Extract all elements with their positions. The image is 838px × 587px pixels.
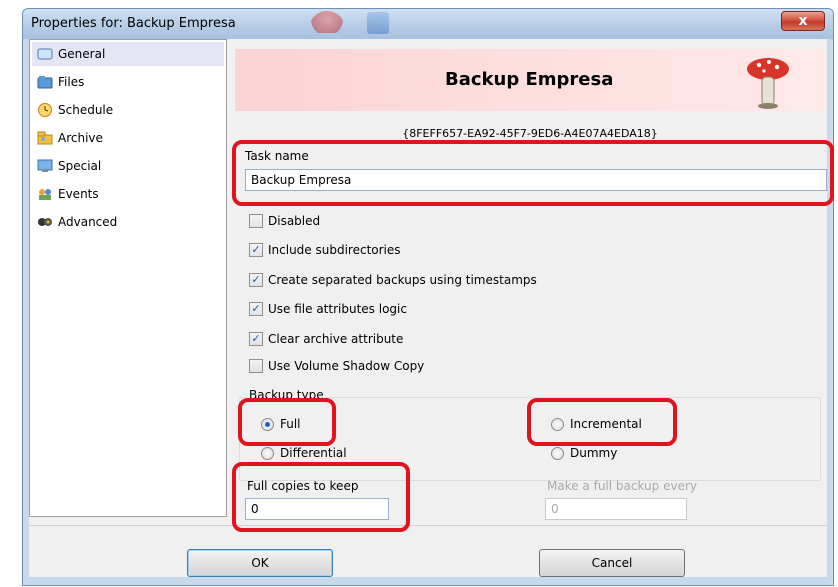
general-icon bbox=[36, 46, 54, 62]
radio-label: Incremental bbox=[570, 417, 642, 431]
sidebar-item-special[interactable]: Special bbox=[32, 154, 224, 178]
sidebar-item-label: Advanced bbox=[58, 215, 118, 229]
radio-differential[interactable]: Differential bbox=[261, 444, 347, 462]
radio-selected-icon[interactable] bbox=[261, 417, 274, 431]
sidebar-item-files[interactable]: Files bbox=[32, 70, 224, 94]
sidebar-item-label: Files bbox=[58, 75, 85, 89]
sidebar-item-label: General bbox=[58, 47, 106, 61]
radio-full[interactable]: Full bbox=[261, 415, 301, 433]
include-subdirectories-checkbox[interactable]: ✓ Include subdirectories bbox=[249, 241, 401, 259]
files-icon bbox=[36, 74, 54, 90]
ok-button[interactable]: OK bbox=[187, 549, 333, 577]
sidebar: General Files Schedule Archive Special E… bbox=[29, 39, 227, 517]
timestamps-checkbox[interactable]: ✓ Create separated backups using timesta… bbox=[249, 271, 537, 289]
sidebar-item-label: Schedule bbox=[58, 103, 114, 117]
header-banner: Backup Empresa bbox=[235, 49, 825, 111]
radio-icon[interactable] bbox=[261, 446, 274, 460]
advanced-icon bbox=[36, 214, 54, 230]
checkmark-icon[interactable]: ✓ bbox=[249, 273, 263, 287]
full-copies-input[interactable]: 0 bbox=[245, 498, 389, 520]
special-icon bbox=[36, 158, 54, 174]
sidebar-item-label: Special bbox=[58, 159, 102, 173]
radio-label: Dummy bbox=[570, 446, 618, 460]
checkmark-icon[interactable]: ✓ bbox=[249, 243, 263, 257]
checkbox-label: Disabled bbox=[268, 214, 321, 228]
volume-shadow-copy-checkbox[interactable]: Use Volume Shadow Copy bbox=[249, 357, 424, 375]
checkbox-label: Include subdirectories bbox=[268, 243, 401, 257]
radio-dummy[interactable]: Dummy bbox=[551, 444, 617, 462]
titlebar-decoration bbox=[367, 12, 389, 34]
mushroom-logo-icon bbox=[747, 58, 789, 109]
titlebar-decoration bbox=[309, 11, 345, 33]
full-copies-label: Full copies to keep bbox=[247, 479, 359, 493]
close-button[interactable]: x bbox=[781, 11, 825, 31]
radio-icon[interactable] bbox=[551, 417, 564, 431]
window-title: Properties for: Backup Empresa bbox=[31, 16, 236, 31]
task-guid: {8FEFF657-EA92-45F7-9ED6-A4E07A4EDA18} bbox=[402, 127, 658, 140]
clear-archive-checkbox[interactable]: ✓ Clear archive attribute bbox=[249, 330, 403, 348]
radio-incremental[interactable]: Incremental bbox=[551, 415, 642, 433]
checkbox-label: Use Volume Shadow Copy bbox=[268, 359, 425, 373]
checkbox-label: Create separated backups using timestamp… bbox=[268, 273, 537, 287]
task-name-input[interactable]: Backup Empresa bbox=[245, 169, 827, 191]
sidebar-item-advanced[interactable]: Advanced bbox=[32, 210, 224, 234]
radio-label: Full bbox=[280, 417, 301, 431]
general-panel: Backup Empresa {8FEFF657-EA92-45F7-9ED6-… bbox=[233, 39, 827, 520]
archive-icon bbox=[36, 130, 54, 146]
checkbox-box[interactable] bbox=[249, 214, 263, 228]
close-icon: x bbox=[798, 13, 808, 29]
radio-icon[interactable] bbox=[551, 446, 564, 460]
task-name-label: Task name bbox=[245, 149, 309, 163]
events-icon bbox=[36, 186, 54, 202]
full-backup-every-label: Make a full backup every bbox=[547, 479, 697, 493]
sidebar-item-events[interactable]: Events bbox=[32, 182, 224, 206]
checkbox-label: Clear archive attribute bbox=[268, 332, 404, 346]
sidebar-item-label: Events bbox=[58, 187, 99, 201]
sidebar-item-label: Archive bbox=[58, 131, 103, 145]
checkbox-box[interactable] bbox=[249, 359, 263, 373]
checkmark-icon[interactable]: ✓ bbox=[249, 302, 263, 316]
task-header-title: Backup Empresa bbox=[445, 69, 614, 90]
properties-dialog: Properties for: Backup Empresa x General… bbox=[22, 8, 834, 586]
checkmark-icon[interactable]: ✓ bbox=[249, 332, 263, 346]
footer-separator bbox=[29, 525, 827, 526]
radio-label: Differential bbox=[280, 446, 347, 460]
sidebar-item-archive[interactable]: Archive bbox=[32, 126, 224, 150]
title-bar[interactable]: Properties for: Backup Empresa x bbox=[23, 9, 833, 39]
backup-type-label: Backup type bbox=[247, 388, 326, 402]
cancel-button[interactable]: Cancel bbox=[539, 549, 685, 577]
sidebar-item-general[interactable]: General bbox=[32, 42, 224, 66]
full-backup-every-input: 0 bbox=[545, 498, 687, 520]
disabled-checkbox[interactable]: Disabled bbox=[249, 212, 320, 230]
file-attributes-checkbox[interactable]: ✓ Use file attributes logic bbox=[249, 300, 407, 318]
dialog-client: General Files Schedule Archive Special E… bbox=[29, 39, 827, 577]
sidebar-item-schedule[interactable]: Schedule bbox=[32, 98, 224, 122]
schedule-icon bbox=[36, 102, 54, 118]
backup-type-group bbox=[239, 397, 821, 481]
checkbox-label: Use file attributes logic bbox=[268, 302, 407, 316]
